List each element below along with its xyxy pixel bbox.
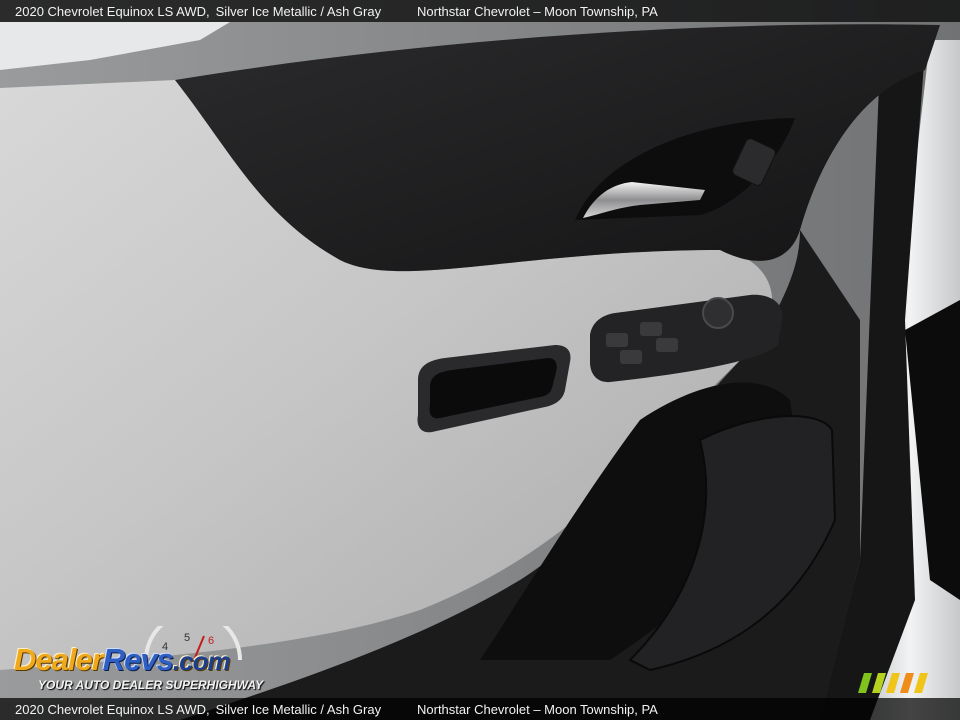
dealer-revs-logo: 4 5 6 DealerRevs.com YOUR AUTO DEALER SU…	[12, 626, 272, 696]
photo-frame: 2020 Chevrolet Equinox LS AWD, Silver Ice…	[0, 0, 960, 720]
mirror-control-knob	[702, 297, 734, 329]
logo-revs: Revs	[102, 642, 174, 677]
vehicle-color-bottom: Silver Ice Metallic / Ash Gray	[215, 701, 382, 717]
caption-bar-top: 2020 Chevrolet Equinox LS AWD, Silver Ice…	[0, 0, 960, 22]
window-switch-rear-right	[656, 338, 678, 352]
caption-bar-bottom: 2020 Chevrolet Equinox LS AWD, Silver Ice…	[0, 698, 960, 720]
vehicle-caption: 2020 Chevrolet Equinox LS AWD, Silver Ice…	[15, 4, 381, 19]
vehicle-title: 2020 Chevrolet Equinox LS AWD,	[15, 3, 210, 19]
window-switch-front-left	[606, 333, 628, 347]
dealer-name-bottom: Northstar Chevrolet – Moon Township, PA	[417, 701, 658, 717]
logo-tagline: YOUR AUTO DEALER SUPERHIGHWAY	[38, 678, 264, 692]
vehicle-title-bottom: 2020 Chevrolet Equinox LS AWD,	[15, 701, 210, 717]
logo-wordmark: DealerRevs.com	[14, 642, 231, 678]
door-panel-photo	[0, 0, 960, 720]
vehicle-caption-bottom: 2020 Chevrolet Equinox LS AWD, Silver Ice…	[15, 702, 381, 717]
logo-dealer: Dealer	[14, 642, 104, 677]
speed-stripes-icon	[858, 673, 928, 693]
dealer-name: Northstar Chevrolet – Moon Township, PA	[417, 3, 658, 19]
logo-com: .com	[172, 646, 231, 676]
window-switch-front-right	[640, 322, 662, 336]
window-switch-rear-left	[620, 350, 642, 364]
vehicle-color: Silver Ice Metallic / Ash Gray	[215, 3, 382, 19]
